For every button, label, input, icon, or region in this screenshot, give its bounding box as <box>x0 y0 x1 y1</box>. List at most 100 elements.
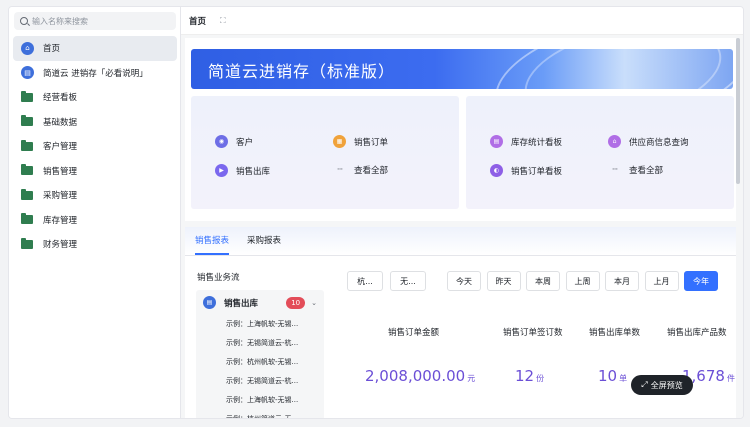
sidebar-item-guide[interactable]: ▤ 简道云 进销存「必看说明」 <box>13 61 177 86</box>
main-scrollbar[interactable] <box>736 38 740 184</box>
sidebar-item-basic-data[interactable]: 基础数据 <box>13 110 177 135</box>
list-item[interactable]: 示例：杭州简道云-无... <box>196 410 324 418</box>
banner-title: 简道云进销存（标准版） <box>208 62 396 81</box>
sidebar-item-customers[interactable]: 客户管理 <box>13 134 177 159</box>
sidebar-item-sales[interactable]: 销售管理 <box>13 159 177 184</box>
date-today-button[interactable]: 今天 <box>447 271 481 291</box>
supplier-icon: ⌂ <box>608 135 621 148</box>
folder-icon <box>21 188 33 200</box>
stat-label-order-amount: 销售订单金额 <box>388 328 440 338</box>
quick-link-sales-outbound[interactable]: ▶ 销售出库 <box>215 164 270 177</box>
order-icon: ▦ <box>333 135 346 148</box>
sidebar-item-label: 客户管理 <box>43 142 78 153</box>
list-item[interactable]: 示例：无锡简道云-杭... <box>196 372 324 391</box>
date-yesterday-button[interactable]: 昨天 <box>486 271 521 291</box>
tab-purchase-report[interactable]: 采购报表 <box>247 234 281 255</box>
search-input[interactable]: 输入名称来搜索 <box>14 12 176 30</box>
quick-link-label: 查看全部 <box>629 166 664 176</box>
folder-icon <box>21 237 33 249</box>
stat-unit: 份 <box>536 374 545 383</box>
stock-icon: ▤ <box>490 135 503 148</box>
quick-link-view-all[interactable]: ··· 查看全部 <box>608 164 663 176</box>
stat-unit: 单 <box>619 374 628 383</box>
flow-group-label: 销售出库 <box>224 298 259 309</box>
quick-link-label: 供应商信息查询 <box>629 137 689 148</box>
filter-group: 杭... 无... <box>347 271 426 291</box>
quick-link-supplier-query[interactable]: ⌂ 供应商信息查询 <box>608 135 689 148</box>
main-content: 首页 ⛶ 简道云进销存（标准版） ◉ 客户 ▦ 销售订单 ▶ 销售出库 ··· … <box>181 7 743 418</box>
more-icon: ··· <box>336 165 344 175</box>
fullscreen-label: 全屏预览 <box>650 380 683 390</box>
banner: 简道云进销存（标准版） <box>191 49 733 89</box>
folder-icon <box>21 213 33 225</box>
count-badge: 10 <box>286 296 306 309</box>
quick-link-sales-order[interactable]: ▦ 销售订单 <box>333 135 388 148</box>
expand-icon[interactable]: ⛶ <box>220 16 226 26</box>
sidebar-item-label: 销售管理 <box>43 166 78 177</box>
sidebar-item-label: 简道云 进销存「必看说明」 <box>43 68 148 79</box>
sidebar-item-label: 经营看板 <box>43 93 78 104</box>
folder-icon <box>21 139 33 151</box>
sidebar-item-home[interactable]: ⌂ 首页 <box>13 36 177 61</box>
list-item[interactable]: 示例：上海帆软-无锡... <box>196 391 324 410</box>
quick-link-label: 销售订单 <box>354 137 389 148</box>
date-range-buttons: 今天 昨天 本周 上周 本月 上月 今年 <box>447 271 724 291</box>
quick-link-label: 查看全部 <box>354 166 389 176</box>
top-bar: 首页 ⛶ <box>181 7 743 35</box>
app-window: 输入名称来搜索 ⌂ 首页 ▤ 简道云 进销存「必看说明」 经营看板 基础数据 客… <box>8 6 744 419</box>
quick-link-view-all[interactable]: ··· 查看全部 <box>333 164 388 176</box>
stat-label-outbound-count: 销售出库单数 <box>589 328 641 338</box>
stat-number: 12 <box>515 367 535 385</box>
sidebar-item-dashboard[interactable]: 经营看板 <box>13 85 177 110</box>
quick-link-label: 销售出库 <box>236 166 271 177</box>
sidebar-item-label: 库存管理 <box>43 215 78 226</box>
date-this-year-button[interactable]: 今年 <box>684 271 718 291</box>
sidebar-item-label: 采购管理 <box>43 191 78 202</box>
list-item[interactable]: 示例：上海帆软-无锡... <box>196 315 324 334</box>
sidebar-item-label: 基础数据 <box>43 117 78 128</box>
expand-arrows-icon: ⤢ <box>641 380 648 389</box>
quick-links-right: ▤ 库存统计看板 ⌂ 供应商信息查询 ◐ 销售订单看板 ··· 查看全部 <box>466 96 734 209</box>
quick-link-customer[interactable]: ◉ 客户 <box>215 135 253 148</box>
quick-link-sales-order-board[interactable]: ◐ 销售订单看板 <box>490 164 562 177</box>
quick-link-stock-board[interactable]: ▤ 库存统计看板 <box>490 135 562 148</box>
date-last-month-button[interactable]: 上月 <box>644 271 679 291</box>
doc-icon: ▤ <box>21 66 34 80</box>
list-item[interactable]: 示例：无锡简道云-杭... <box>196 334 324 353</box>
date-this-week-button[interactable]: 本周 <box>526 271 560 291</box>
chevron-down-icon[interactable]: ⌄ <box>311 299 317 307</box>
filter-select-2[interactable]: 无... <box>390 271 426 291</box>
flow-group-sales-outbound[interactable]: ▤ 销售出库 10 ⌄ <box>196 290 324 315</box>
sidebar-item-purchase[interactable]: 采购管理 <box>13 183 177 208</box>
more-icon: ··· <box>611 165 619 175</box>
quick-links-left: ◉ 客户 ▦ 销售订单 ▶ 销售出库 ··· 查看全部 <box>191 96 459 209</box>
stat-value-outbound-count: 10 单 <box>598 367 627 385</box>
fullscreen-preview-button[interactable]: ⤢ 全屏预览 <box>631 375 693 395</box>
folder-icon <box>21 115 33 127</box>
sidebar-nav: ⌂ 首页 ▤ 简道云 进销存「必看说明」 经营看板 基础数据 客户管理 销售管理… <box>13 36 177 257</box>
folder-icon <box>21 90 33 102</box>
search-placeholder: 输入名称来搜索 <box>32 16 88 26</box>
stat-number: 2,008,000.00 <box>365 367 466 385</box>
sidebar-item-label: 财务管理 <box>43 240 78 251</box>
sidebar-item-inventory[interactable]: 库存管理 <box>13 208 177 233</box>
stat-unit: 元 <box>467 374 476 383</box>
date-this-month-button[interactable]: 本月 <box>605 271 639 291</box>
stat-label-outbound-products: 销售出库产品数 <box>667 328 727 338</box>
sidebar-item-label: 首页 <box>43 44 61 55</box>
sidebar: 输入名称来搜索 ⌂ 首页 ▤ 简道云 进销存「必看说明」 经营看板 基础数据 客… <box>9 7 181 418</box>
flow-title: 销售业务流 <box>197 273 240 283</box>
stat-value-order-amount: 2,008,000.00 元 <box>365 367 475 385</box>
list-item[interactable]: 示例：杭州帆软-无锡... <box>196 353 324 372</box>
date-last-week-button[interactable]: 上周 <box>565 271 600 291</box>
filter-select-1[interactable]: 杭... <box>347 271 383 291</box>
home-card: 简道云进销存（标准版） ◉ 客户 ▦ 销售订单 ▶ 销售出库 ··· 查看全部 <box>185 38 736 221</box>
sidebar-item-finance[interactable]: 财务管理 <box>13 232 177 257</box>
tab-home[interactable]: 首页 <box>189 15 206 27</box>
doc-icon: ▤ <box>203 296 216 309</box>
home-icon: ⌂ <box>21 41 34 55</box>
quick-link-label: 库存统计看板 <box>511 137 563 148</box>
tab-sales-report[interactable]: 销售报表 <box>195 234 230 255</box>
folder-icon <box>21 164 33 176</box>
customer-icon: ◉ <box>215 135 228 148</box>
